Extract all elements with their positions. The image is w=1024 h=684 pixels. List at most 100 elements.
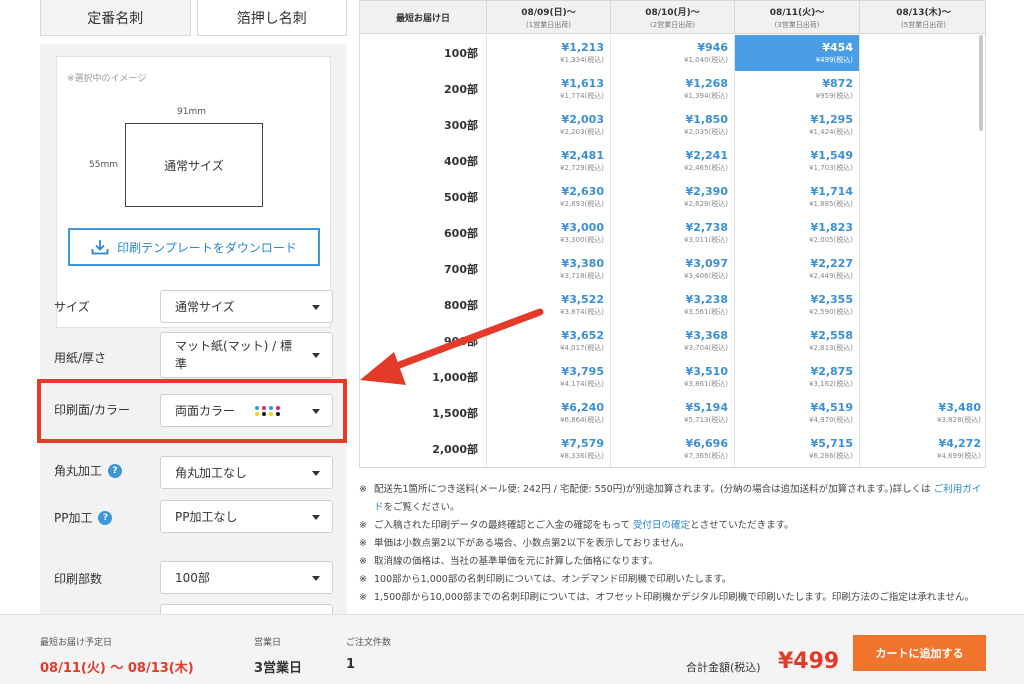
- price-value: ¥2,241: [685, 149, 728, 162]
- price-cell[interactable]: ¥3,480 ¥3,828(税込): [859, 395, 985, 431]
- price-cell: [859, 71, 985, 107]
- price-value: ¥3,795: [561, 365, 604, 378]
- price-cell[interactable]: ¥6,240 ¥6,864(税込): [486, 395, 610, 431]
- tab-standard-card[interactable]: 定番名刺: [40, 0, 191, 36]
- price-value: ¥2,227: [810, 257, 853, 270]
- price-value: ¥2,355: [810, 293, 853, 306]
- download-template-button[interactable]: 印刷テンプレートをダウンロード: [68, 228, 320, 266]
- round-corner-select[interactable]: 角丸加工なし: [160, 456, 333, 489]
- header-col: 08/10(月)〜 (2営業日出荷): [610, 1, 734, 34]
- card-size-label: 通常サイズ: [164, 158, 224, 173]
- table-scrollbar[interactable]: [979, 35, 983, 131]
- price-table: 最短お届け日 08/09(日)〜 (1営業日出荷) 08/10(月)〜 (2営業日出…: [359, 0, 986, 468]
- price-value: ¥3,380: [561, 257, 604, 270]
- price-cell[interactable]: ¥7,579 ¥8,336(税込): [486, 431, 610, 467]
- quantity-cell: 700部: [360, 251, 486, 287]
- business-days-label: 営業日: [254, 638, 282, 648]
- price-tax-included: ¥3,828(税込): [937, 416, 981, 424]
- round-corner-label: 角丸加工?: [54, 462, 123, 479]
- paper-label: 用紙/厚さ: [54, 351, 107, 365]
- price-value: ¥2,481: [561, 149, 604, 162]
- note-item: 単価は小数点第2以下がある場合、小数点第2以下を表示しておりません。: [359, 535, 989, 553]
- price-tax-included: ¥1,424(税込): [809, 128, 853, 136]
- add-to-cart-button[interactable]: カートに追加する: [853, 635, 986, 671]
- price-value: ¥1,823: [810, 221, 853, 234]
- price-value: ¥4,272: [938, 437, 981, 450]
- price-cell[interactable]: ¥3,000 ¥3,300(税込): [486, 215, 610, 251]
- price-tax-included: ¥3,874(税込): [560, 308, 604, 316]
- price-tax-included: ¥5,713(税込): [684, 416, 728, 424]
- price-tax-included: ¥3,406(税込): [684, 272, 728, 280]
- price-cell[interactable]: ¥454 ¥499(税込): [734, 35, 859, 71]
- pp-select[interactable]: PP加工なし: [160, 500, 333, 533]
- table-row: 700部 ¥3,380 ¥3,718(税込) ¥3,097 ¥3,406(税込) ¥2,2…: [360, 251, 985, 287]
- price-value: ¥872: [822, 77, 853, 90]
- tab-foil-card[interactable]: 箔押し名刺: [196, 0, 347, 36]
- price-value: ¥1,850: [685, 113, 728, 126]
- price-cell[interactable]: ¥2,738 ¥3,011(税込): [610, 215, 734, 251]
- quantity-select-value: 100部: [175, 571, 210, 585]
- quantity-select[interactable]: 100部: [160, 561, 333, 594]
- notes: 配送先1箇所につき送料(メール便: 242円 / 宅配便: 550円)が別途加算…: [359, 481, 989, 607]
- price-tax-included: ¥3,704(税込): [684, 344, 728, 352]
- price-cell: [859, 323, 985, 359]
- price-cell[interactable]: ¥2,558 ¥2,813(税込): [734, 323, 859, 359]
- price-cell[interactable]: ¥5,194 ¥5,713(税込): [610, 395, 734, 431]
- price-cell[interactable]: ¥2,355 ¥2,590(税込): [734, 287, 859, 323]
- price-cell[interactable]: ¥2,227 ¥2,449(税込): [734, 251, 859, 287]
- pp-label: PP加工?: [54, 509, 113, 526]
- note-item: ご入稿された印刷データの最終確認とご入金の確認をもって 受付日の確定とさせていた…: [359, 517, 989, 535]
- price-tax-included: ¥959(税込): [815, 92, 853, 100]
- price-cell[interactable]: ¥1,268 ¥1,394(税込): [610, 71, 734, 107]
- price-tax-included: ¥2,893(税込): [560, 200, 604, 208]
- round-corner-select-value: 角丸加工なし: [175, 466, 248, 480]
- price-value: ¥7,579: [561, 437, 604, 450]
- price-tax-included: ¥3,011(税込): [684, 236, 728, 244]
- price-cell[interactable]: ¥946 ¥1,040(税込): [610, 35, 734, 71]
- price-value: ¥1,295: [810, 113, 853, 126]
- price-cell[interactable]: ¥3,380 ¥3,718(税込): [486, 251, 610, 287]
- price-cell[interactable]: ¥2,390 ¥2,629(税込): [610, 179, 734, 215]
- receipt-date-link[interactable]: 受付日の確定: [633, 520, 690, 531]
- paper-select[interactable]: マット紙(マット) / 標準: [160, 332, 333, 378]
- price-value: ¥2,390: [685, 185, 728, 198]
- price-cell[interactable]: ¥1,549 ¥1,703(税込): [734, 143, 859, 179]
- price-cell[interactable]: ¥1,213 ¥1,334(税込): [486, 35, 610, 71]
- price-tax-included: ¥2,203(税込): [560, 128, 604, 136]
- price-cell[interactable]: ¥2,241 ¥2,465(税込): [610, 143, 734, 179]
- price-cell[interactable]: ¥1,613 ¥1,774(税込): [486, 71, 610, 107]
- price-cell[interactable]: ¥5,715 ¥6,286(税込): [734, 431, 859, 467]
- price-cell[interactable]: ¥2,481 ¥2,729(税込): [486, 143, 610, 179]
- chevron-down-icon: [312, 575, 320, 581]
- table-row: 200部 ¥1,613 ¥1,774(税込) ¥1,268 ¥1,394(税込) ¥872…: [360, 71, 985, 107]
- price-cell[interactable]: ¥2,003 ¥2,203(税込): [486, 107, 610, 143]
- help-icon[interactable]: ?: [98, 510, 113, 525]
- price-tax-included: ¥2,035(税込): [684, 128, 728, 136]
- price-cell[interactable]: ¥4,519 ¥4,970(税込): [734, 395, 859, 431]
- size-select[interactable]: 通常サイズ: [160, 290, 333, 323]
- price-cell[interactable]: ¥3,510 ¥3,861(税込): [610, 359, 734, 395]
- price-cell[interactable]: ¥3,097 ¥3,406(税込): [610, 251, 734, 287]
- price-cell[interactable]: ¥6,696 ¥7,365(税込): [610, 431, 734, 467]
- price-tax-included: ¥3,861(税込): [684, 380, 728, 388]
- quantity-label: 印刷部数: [54, 572, 103, 586]
- price-cell[interactable]: ¥3,368 ¥3,704(税込): [610, 323, 734, 359]
- price-cell[interactable]: ¥1,823 ¥2,005(税込): [734, 215, 859, 251]
- price-cell[interactable]: ¥872 ¥959(税込): [734, 71, 859, 107]
- price-cell[interactable]: ¥3,238 ¥3,561(税込): [610, 287, 734, 323]
- price-cell[interactable]: ¥1,714 ¥1,885(税込): [734, 179, 859, 215]
- price-cell[interactable]: ¥1,295 ¥1,424(税込): [734, 107, 859, 143]
- help-icon[interactable]: ?: [108, 463, 123, 478]
- price-value: ¥6,696: [685, 437, 728, 450]
- order-count-value: 1: [346, 657, 356, 672]
- price-cell[interactable]: ¥1,850 ¥2,035(税込): [610, 107, 734, 143]
- price-tax-included: ¥2,729(税込): [560, 164, 604, 172]
- price-cell[interactable]: ¥4,272 ¥4,699(税込): [859, 431, 985, 467]
- price-value: ¥3,480: [938, 401, 981, 414]
- price-cell: [859, 251, 985, 287]
- price-cell: [859, 359, 985, 395]
- price-value: ¥2,875: [810, 365, 853, 378]
- price-cell[interactable]: ¥2,630 ¥2,893(税込): [486, 179, 610, 215]
- price-tax-included: ¥3,300(税込): [560, 236, 604, 244]
- price-cell[interactable]: ¥2,875 ¥3,162(税込): [734, 359, 859, 395]
